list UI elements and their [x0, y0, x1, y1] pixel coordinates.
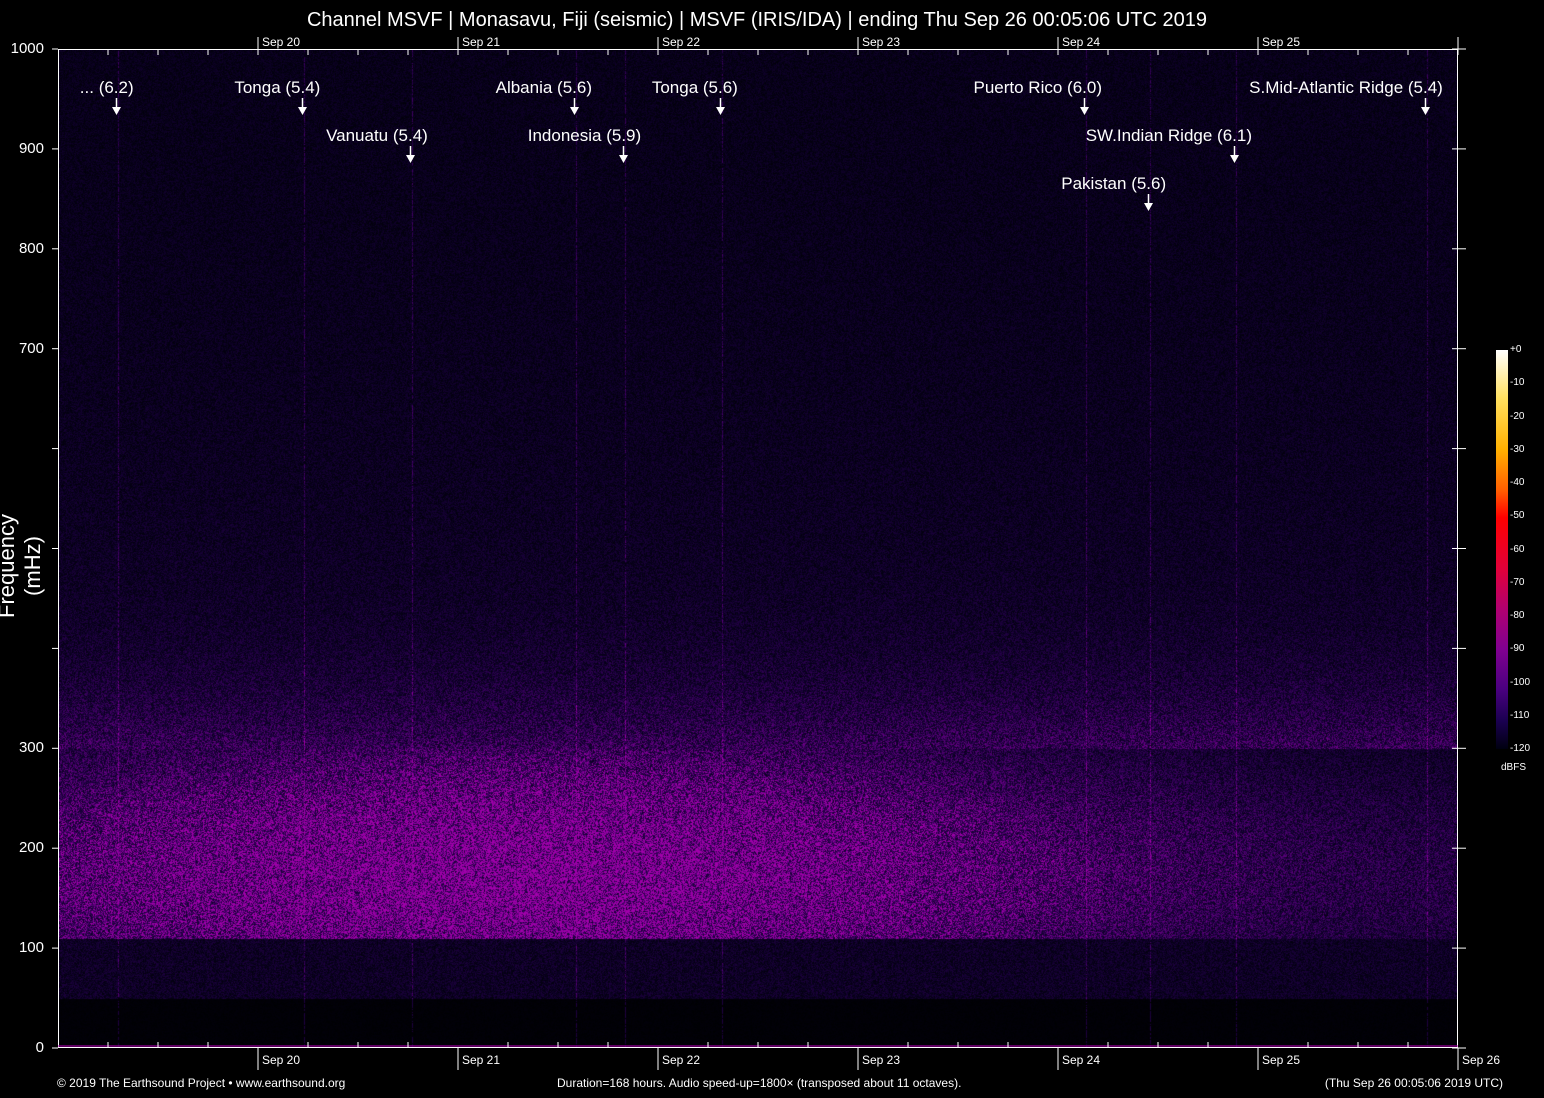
event-label: Vanuatu (5.4)	[326, 126, 428, 146]
colorbar-tick-label: -50	[1510, 510, 1524, 521]
x-tick-label-top: Sep 24	[1062, 35, 1100, 49]
down-arrow-icon	[112, 98, 121, 115]
colorbar-tick-label: -100	[1510, 677, 1530, 688]
event-label: ... (6.2)	[80, 78, 134, 98]
down-arrow-icon	[619, 146, 628, 163]
y-tick-label: 1000	[0, 40, 44, 57]
x-tick-label-top: Sep 21	[462, 35, 500, 49]
plot-axes	[58, 49, 1458, 1048]
down-arrow-icon	[406, 146, 415, 163]
colorbar-tick-label: -10	[1510, 377, 1524, 388]
colorbar-label: dBFS	[1501, 762, 1526, 773]
event-label: Indonesia (5.9)	[528, 126, 641, 146]
down-arrow-icon	[1080, 98, 1089, 115]
colorbar-tick-label: -30	[1510, 444, 1524, 455]
event-label: Puerto Rico (6.0)	[974, 78, 1103, 98]
colorbar-tick-label: -40	[1510, 477, 1524, 488]
event-label: Tonga (5.6)	[652, 78, 738, 98]
colorbar	[1496, 350, 1508, 749]
chart-title: Channel MSVF | Monasavu, Fiji (seismic) …	[0, 9, 1514, 32]
spectrogram-plot	[58, 49, 1458, 1048]
footer-copyright: © 2019 The Earthsound Project • www.eart…	[57, 1076, 345, 1090]
colorbar-tick-label: -80	[1510, 610, 1524, 621]
colorbar-tick-label: -70	[1510, 577, 1524, 588]
event-label: Albania (5.6)	[496, 78, 592, 98]
colorbar-tick-label: -120	[1510, 743, 1530, 754]
colorbar-tick-label: -110	[1510, 710, 1529, 721]
footer-duration: Duration=168 hours. Audio speed-up=1800×…	[557, 1076, 961, 1090]
down-arrow-icon	[1230, 146, 1239, 163]
y-tick-label: 300	[0, 739, 44, 756]
x-tick-label-bottom: Sep 23	[862, 1053, 900, 1067]
x-tick-label-top: Sep 22	[662, 35, 700, 49]
colorbar-tick-label: -20	[1510, 411, 1524, 422]
x-tick-label-top: Sep 20	[262, 35, 300, 49]
y-tick-label: 800	[0, 240, 44, 257]
x-tick-label-bottom: Sep 20	[262, 1053, 300, 1067]
event-label: S.Mid-Atlantic Ridge (5.4)	[1249, 78, 1443, 98]
x-tick-label-top: Sep 23	[862, 35, 900, 49]
x-tick-label-bottom: Sep 22	[662, 1053, 700, 1067]
down-arrow-icon	[570, 98, 579, 115]
y-tick-label: 700	[0, 340, 44, 357]
x-tick-label-bottom: Sep 26	[1462, 1053, 1500, 1067]
event-label: Tonga (5.4)	[234, 78, 320, 98]
event-label: SW.Indian Ridge (6.1)	[1086, 126, 1252, 146]
event-label: Pakistan (5.6)	[1061, 174, 1166, 194]
down-arrow-icon	[298, 98, 307, 115]
x-tick-label-bottom: Sep 25	[1262, 1053, 1300, 1067]
x-tick-label-bottom: Sep 21	[462, 1053, 500, 1067]
y-tick-label: 100	[0, 939, 44, 956]
y-tick-label: 0	[0, 1039, 44, 1056]
colorbar-tick-label: -60	[1510, 544, 1524, 555]
down-arrow-icon	[1421, 98, 1430, 115]
x-tick-label-top: Sep 25	[1262, 35, 1300, 49]
colorbar-tick-label: -90	[1510, 643, 1524, 654]
y-axis-title: Frequency (mHz)	[0, 486, 46, 646]
colorbar-tick-label: +0	[1510, 344, 1521, 355]
down-arrow-icon	[1144, 194, 1153, 211]
x-tick-label-bottom: Sep 24	[1062, 1053, 1100, 1067]
y-tick-label: 200	[0, 839, 44, 856]
y-tick-label: 900	[0, 140, 44, 157]
footer-timestamp: (Thu Sep 26 00:05:06 2019 UTC)	[1325, 1076, 1503, 1090]
down-arrow-icon	[716, 98, 725, 115]
